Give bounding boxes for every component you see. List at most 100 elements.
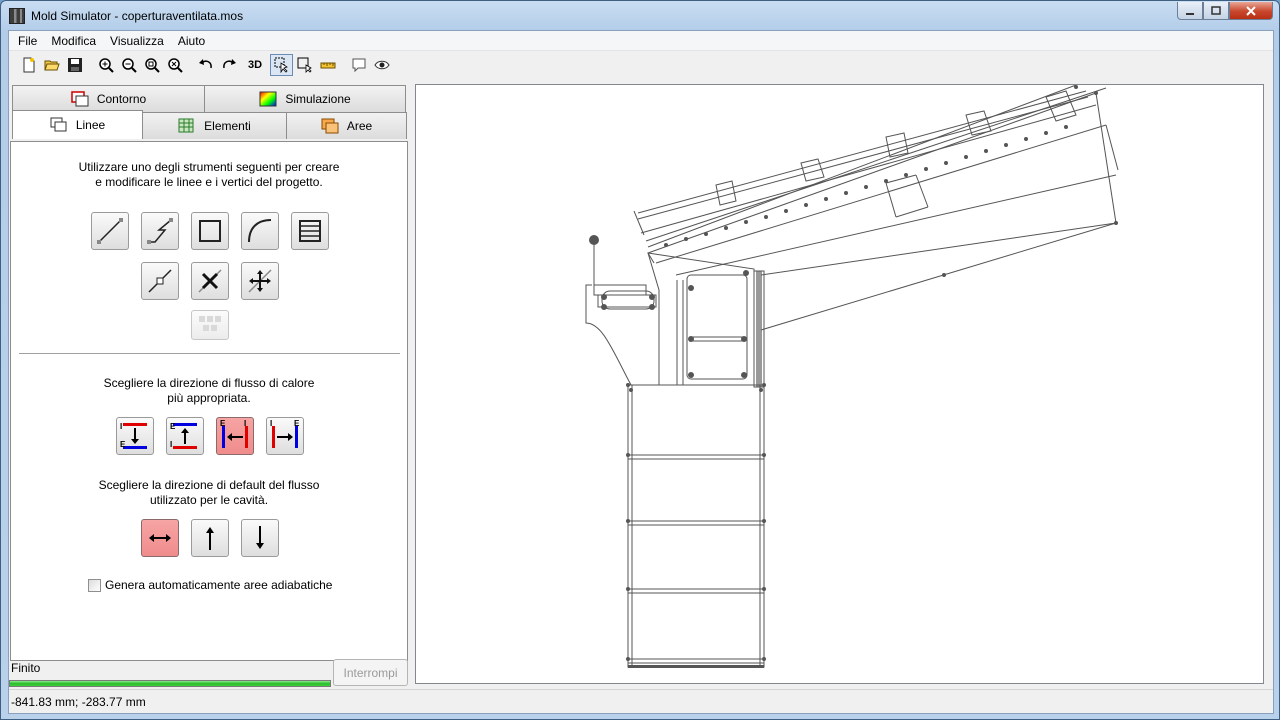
redo-button[interactable] [217, 54, 240, 76]
draw-polyline-button[interactable] [141, 212, 179, 250]
close-button[interactable] [1229, 2, 1273, 20]
keyboard-icon [199, 316, 221, 331]
tab-label: Contorno [96, 92, 147, 106]
svg-text:I: I [120, 422, 122, 431]
progress-fill [10, 681, 330, 686]
toolbar: 3D [9, 52, 1273, 78]
menu-modifica[interactable]: Modifica [44, 34, 103, 48]
new-file-icon [23, 57, 34, 73]
cavity-flow-up-button[interactable] [191, 519, 229, 557]
zoom-fit-icon [167, 58, 183, 73]
close-icon [1246, 5, 1256, 16]
ruler-icon [320, 62, 335, 69]
window-title: Mold Simulator - coperturaventilata.mos [31, 8, 244, 23]
cavity-flow-horizontal-button[interactable] [141, 519, 179, 557]
maximize-button[interactable] [1203, 2, 1229, 20]
svg-text:E: E [294, 420, 300, 428]
tab-label: Linee [75, 118, 106, 132]
heat-flow-down-icon: I E [120, 422, 147, 449]
menu-file[interactable]: File [11, 34, 44, 48]
tab-contorno[interactable]: Contorno [12, 85, 205, 112]
arrow-down-icon [256, 526, 264, 549]
delete-line-button[interactable] [191, 262, 229, 300]
menu-aiuto[interactable]: Aiuto [171, 34, 212, 48]
flow-down-button[interactable]: I E [116, 417, 154, 455]
flow-text-line1: Scegliere la direzione di flusso di calo… [103, 376, 315, 390]
elements-icon [178, 118, 196, 134]
tab-content-linee: Utilizzare uno degli strumenti seguenti … [10, 141, 408, 661]
simulation-icon [259, 91, 277, 107]
select-window-icon [297, 57, 312, 73]
select-pointer-icon [274, 57, 288, 73]
adiabatic-checkbox-row[interactable]: Genera automaticamente aree adiabatiche [88, 578, 332, 592]
intro-text-line1: Utilizzare uno degli strumenti seguenti … [78, 160, 340, 174]
tab-row-top: Contorno Simulazione [12, 85, 406, 112]
open-folder-icon [43, 60, 60, 71]
polyline-tool-icon [147, 218, 173, 244]
draw-rectangle-button[interactable] [191, 212, 229, 250]
default-flow-text-line2: utilizzato per le cavità. [149, 493, 269, 507]
heat-flow-left-icon: E I [220, 420, 248, 448]
tab-row-bottom: Linee Elementi Aree [12, 110, 407, 139]
undo-button[interactable] [194, 54, 217, 76]
heat-flow-right-icon: I E [270, 420, 300, 448]
stop-button[interactable]: Interrompi [333, 659, 408, 686]
minimize-button[interactable] [1177, 2, 1203, 20]
svg-text:E: E [170, 422, 176, 431]
select-window-button[interactable] [293, 54, 316, 76]
draw-line-button[interactable] [91, 212, 129, 250]
comment-button[interactable] [347, 54, 370, 76]
svg-text:I: I [270, 420, 272, 428]
progress-area: Finito Interrompi [9, 659, 409, 689]
undo-icon [198, 59, 212, 69]
arrow-horizontal-icon [149, 534, 171, 542]
drawing-canvas[interactable] [415, 84, 1264, 684]
lines-icon [50, 117, 68, 133]
zoom-in-button[interactable] [94, 54, 117, 76]
zoom-out-icon [121, 58, 137, 73]
app-icon [9, 7, 25, 24]
3d-view-button[interactable]: 3D [240, 54, 270, 76]
open-button[interactable] [40, 54, 63, 76]
zoom-fit-button[interactable] [163, 54, 186, 76]
draw-arc-button[interactable] [241, 212, 279, 250]
tab-linee[interactable]: Linee [12, 110, 143, 139]
tab-label: Elementi [204, 119, 251, 133]
eye-icon [373, 60, 390, 70]
cavity-flow-down-button[interactable] [241, 519, 279, 557]
heat-flow-up-icon: E I [170, 422, 197, 449]
flow-right-button[interactable]: I E [266, 417, 304, 455]
flow-left-button[interactable]: E I [216, 417, 254, 455]
tab-simulazione[interactable]: Simulazione [204, 85, 406, 112]
contour-icon [71, 91, 89, 107]
redo-icon [222, 59, 236, 69]
view-button[interactable] [370, 54, 393, 76]
rectangle-tool-icon [199, 220, 221, 242]
line-tool-icon [97, 218, 123, 244]
menu-visualizza[interactable]: Visualizza [103, 34, 171, 48]
tab-aree[interactable]: Aree [286, 112, 407, 139]
draw-hatch-button[interactable] [291, 212, 329, 250]
client-area: File Modifica Visualizza Aiuto 3D Contor… [8, 30, 1274, 714]
arc-tool-icon [248, 219, 272, 243]
move-vertex-button[interactable] [241, 262, 279, 300]
split-line-button[interactable] [141, 262, 179, 300]
flow-up-button[interactable]: E I [166, 417, 204, 455]
keyboard-input-button[interactable] [191, 310, 229, 340]
save-icon [67, 58, 82, 72]
areas-icon [321, 118, 339, 134]
svg-text:I: I [170, 440, 172, 449]
svg-text:I: I [244, 420, 246, 428]
adiabatic-checkbox[interactable] [88, 578, 101, 592]
tab-elementi[interactable]: Elementi [142, 112, 287, 139]
left-panel: Contorno Simulazione Linee Elementi Aree… [10, 85, 408, 661]
zoom-out-button[interactable] [117, 54, 140, 76]
select-tool-button[interactable] [270, 54, 293, 76]
title-bar: Mold Simulator - coperturaventilata.mos [1, 1, 1279, 30]
new-file-button[interactable] [17, 54, 40, 76]
measure-button[interactable] [316, 54, 339, 76]
save-button[interactable] [63, 54, 86, 76]
menu-bar: File Modifica Visualizza Aiuto [9, 31, 1273, 51]
status-text: Finito [11, 661, 41, 675]
zoom-window-button[interactable] [140, 54, 163, 76]
